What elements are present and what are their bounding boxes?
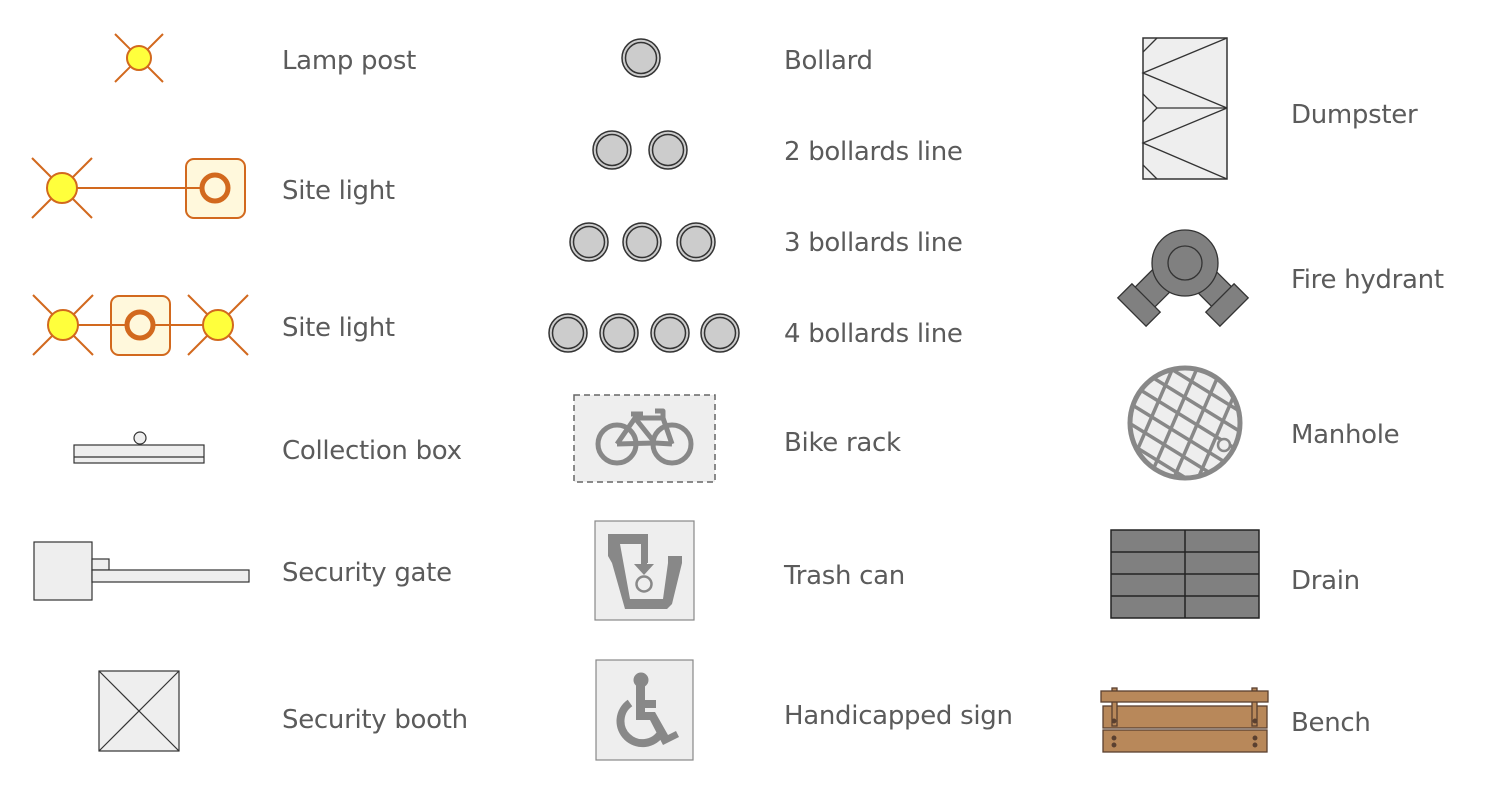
label-handicapped-sign: Handicapped sign xyxy=(784,701,1013,731)
label-bollards-2: 2 bollards line xyxy=(784,137,963,167)
collection-box-icon[interactable] xyxy=(73,431,205,464)
label-dumpster: Dumpster xyxy=(1291,100,1418,130)
handicapped-sign-icon[interactable] xyxy=(595,659,694,761)
label-bollards-4: 4 bollards line xyxy=(784,319,963,349)
label-drain: Drain xyxy=(1291,566,1360,596)
security-booth-icon[interactable] xyxy=(98,670,180,752)
label-collection-box: Collection box xyxy=(282,436,462,466)
drain-icon[interactable] xyxy=(1110,529,1260,619)
manhole-icon[interactable] xyxy=(1100,325,1270,530)
label-security-booth: Security booth xyxy=(282,705,468,735)
bollard-icon[interactable] xyxy=(621,38,661,78)
label-trash-can: Trash can xyxy=(784,561,905,591)
label-site-light-1: Site light xyxy=(282,176,395,206)
bollards-4-icon[interactable] xyxy=(548,313,740,353)
bench-icon[interactable] xyxy=(1100,687,1269,753)
label-bollards-3: 3 bollards line xyxy=(784,228,963,258)
label-bike-rack: Bike rack xyxy=(784,428,901,458)
site-light-double-icon[interactable] xyxy=(32,294,249,356)
label-lamp-post: Lamp post xyxy=(282,46,416,76)
security-gate-icon[interactable] xyxy=(33,541,250,601)
trash-can-icon[interactable] xyxy=(594,520,695,621)
bollards-2-icon[interactable] xyxy=(592,130,688,170)
lamp-post-icon[interactable] xyxy=(114,33,164,83)
bollards-3-icon[interactable] xyxy=(569,222,716,262)
site-light-single-icon[interactable] xyxy=(31,157,246,219)
dumpster-icon[interactable] xyxy=(1141,37,1228,180)
symbols-canvas xyxy=(31,33,1270,761)
label-manhole: Manhole xyxy=(1291,420,1400,450)
label-bollard: Bollard xyxy=(784,46,873,76)
label-security-gate: Security gate xyxy=(282,558,452,588)
bike-rack-icon[interactable] xyxy=(573,394,716,483)
label-fire-hydrant: Fire hydrant xyxy=(1291,265,1444,295)
label-site-light-2: Site light xyxy=(282,313,395,343)
fire-hydrant-icon[interactable] xyxy=(1116,229,1250,328)
label-bench: Bench xyxy=(1291,708,1371,738)
